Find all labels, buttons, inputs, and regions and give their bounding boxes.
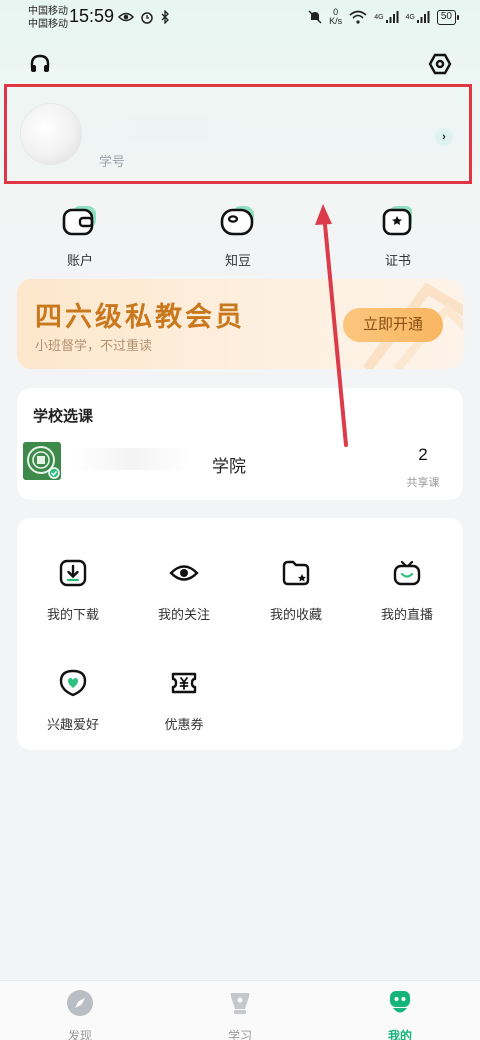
folder-star-icon bbox=[282, 560, 310, 586]
battery-icon: 50 bbox=[436, 9, 460, 25]
heart-icon bbox=[59, 669, 87, 697]
signal-icon-1 bbox=[385, 11, 399, 23]
settings-icon[interactable] bbox=[428, 52, 452, 76]
status-bar: 中国移动 中国移动 15:59 0 K/s 4G 4G 50 bbox=[0, 0, 480, 36]
tab-study[interactable]: 学习 bbox=[200, 989, 280, 1040]
avatar[interactable] bbox=[21, 104, 81, 164]
feature-follows[interactable]: 我的关注 bbox=[139, 558, 229, 623]
carrier-1: 中国移动 bbox=[28, 6, 68, 17]
feature-live[interactable]: 我的直播 bbox=[362, 558, 452, 623]
signal-icon-2 bbox=[416, 11, 430, 23]
pen-icon bbox=[231, 993, 249, 1014]
school-emblem-icon bbox=[23, 442, 61, 480]
eye-status-icon bbox=[118, 12, 134, 22]
network-speed: 0 K/s bbox=[329, 7, 343, 26]
features-card: 我的下载 我的关注 我的收藏 我的直播 兴趣爱好 优惠券 bbox=[17, 518, 463, 750]
tab-discover[interactable]: 发现 bbox=[40, 989, 120, 1040]
feature-interests[interactable]: 兴趣爱好 bbox=[28, 668, 118, 733]
quick-actions: 账户 知豆 证书 bbox=[0, 204, 480, 268]
bluetooth-icon bbox=[161, 10, 169, 24]
eye-icon bbox=[169, 565, 199, 581]
feature-downloads[interactable]: 我的下载 bbox=[28, 558, 118, 623]
clock: 15:59 bbox=[69, 6, 115, 26]
mute-icon bbox=[308, 10, 322, 24]
quick-certificate[interactable]: 证书 bbox=[358, 204, 438, 269]
vip-open-button[interactable]: 立即开通 bbox=[343, 308, 443, 342]
feature-favorites[interactable]: 我的收藏 bbox=[251, 558, 341, 623]
alarm-icon bbox=[141, 12, 153, 24]
bottom-tab-bar: 发现 学习 我的 bbox=[0, 980, 480, 1040]
quick-account[interactable]: 账户 bbox=[40, 204, 120, 269]
wallet-icon bbox=[62, 206, 96, 236]
certificate-icon bbox=[382, 206, 412, 236]
tab-mine[interactable]: 我的 bbox=[360, 989, 440, 1040]
compass-icon bbox=[67, 990, 93, 1016]
shared-course-count[interactable]: 2 bbox=[405, 445, 441, 465]
download-icon bbox=[59, 559, 87, 587]
coupon-icon bbox=[171, 672, 197, 694]
vip-subtitle: 小班督学，不过重读 bbox=[35, 338, 153, 353]
tv-icon bbox=[393, 560, 421, 586]
quick-beans[interactable]: 知豆 bbox=[198, 204, 278, 269]
wifi-icon bbox=[349, 10, 367, 24]
robot-icon bbox=[390, 991, 410, 1013]
school-logo[interactable] bbox=[23, 442, 61, 480]
bean-icon bbox=[220, 206, 254, 236]
carrier-info: 中国移动 中国移动 bbox=[28, 5, 68, 31]
student-id-label: 学号 bbox=[99, 154, 126, 169]
headset-icon[interactable] bbox=[28, 52, 52, 76]
vip-banner[interactable]: 四六级私教会员 小班督学，不过重读 立即开通 bbox=[17, 279, 463, 369]
profile-chevron-icon[interactable]: › bbox=[435, 128, 453, 146]
school-section-title: 学校选课 bbox=[33, 408, 94, 425]
school-name-blurred bbox=[72, 448, 192, 470]
user-name-blurred bbox=[97, 117, 247, 139]
profile-card[interactable]: 学号 › bbox=[4, 84, 472, 184]
school-name[interactable]: 学院 bbox=[212, 452, 246, 477]
school-course-card: 学校选课 学院 2 共享课 bbox=[17, 388, 463, 500]
carrier-2: 中国移动 bbox=[28, 19, 68, 30]
vip-title: 四六级私教会员 bbox=[35, 302, 245, 332]
feature-coupons[interactable]: 优惠券 bbox=[139, 668, 229, 733]
shared-course-label: 共享课 bbox=[406, 477, 440, 489]
